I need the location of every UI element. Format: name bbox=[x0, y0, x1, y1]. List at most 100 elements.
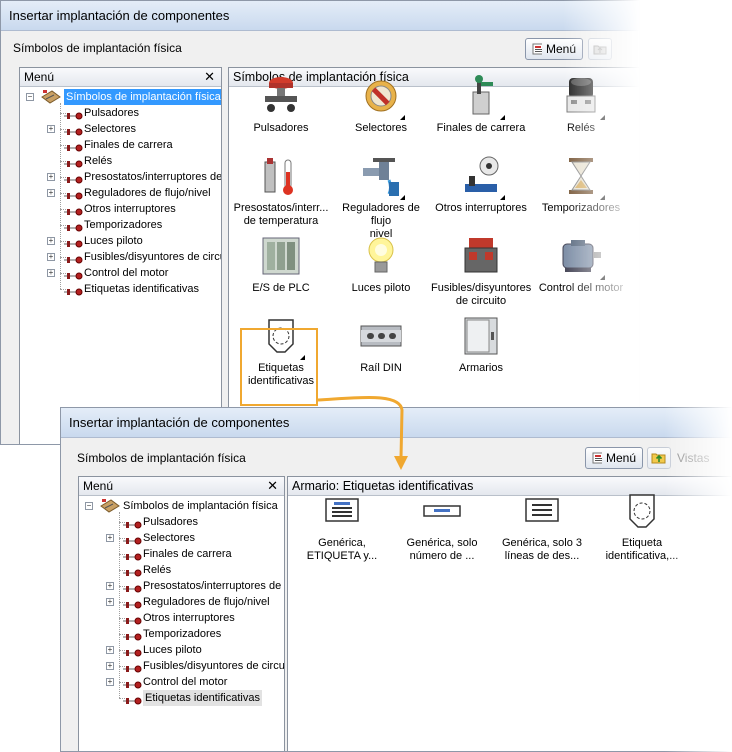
component-node-icon bbox=[123, 598, 143, 609]
gallery-item-temporizadores[interactable]: Temporizadores bbox=[531, 154, 631, 215]
tree-item[interactable]: + Luces piloto bbox=[20, 233, 221, 249]
tree-item[interactable]: + Control del motor bbox=[79, 674, 284, 690]
close-menu-panel-button[interactable]: ✕ bbox=[204, 68, 215, 86]
component-node-icon bbox=[123, 646, 143, 657]
expand-icon[interactable]: + bbox=[106, 534, 114, 542]
tree-item-label: Reguladores de flujo/nivel bbox=[84, 187, 211, 199]
pushbutton-icon bbox=[259, 74, 303, 118]
din-rail-icon bbox=[359, 314, 403, 358]
views-button[interactable]: Vistas bbox=[677, 447, 709, 469]
tree-item[interactable]: Otros interruptores bbox=[79, 610, 284, 626]
gallery-item-otros-interruptores[interactable]: Otros interruptores bbox=[431, 154, 531, 215]
tree-item[interactable]: Pulsadores bbox=[79, 514, 284, 530]
gallery-item-presostatos[interactable]: Presostatos/interr... de temperatura bbox=[231, 154, 331, 228]
tree-item[interactable]: Pulsadores bbox=[20, 105, 221, 121]
tree-item[interactable]: + Control del motor bbox=[20, 265, 221, 281]
tree-item[interactable]: + Reguladores de flujo/nivel bbox=[79, 594, 284, 610]
tree-item[interactable]: Finales de carrera bbox=[20, 137, 221, 153]
tree-item-label: Pulsadores bbox=[84, 107, 140, 119]
tree-item[interactable]: + Fusibles/disyuntores de circuit bbox=[20, 249, 221, 265]
label-3lines-icon bbox=[520, 489, 564, 533]
tree-root-label: Símbolos de implantación física bbox=[64, 89, 221, 105]
tree-item[interactable]: Temporizadores bbox=[20, 217, 221, 233]
tree-root-label: Símbolos de implantación física bbox=[123, 500, 278, 512]
tree-item[interactable]: Relés bbox=[20, 153, 221, 169]
gallery-item-label-generic-3lines[interactable]: Genérica, solo 3 líneas de des... bbox=[492, 489, 592, 563]
gallery-item-finales-de-carrera[interactable]: Finales de carrera bbox=[431, 74, 531, 135]
gallery-item-control-motor[interactable]: Control del motor bbox=[531, 234, 631, 295]
component-node-icon bbox=[64, 173, 84, 184]
expand-icon[interactable]: + bbox=[106, 582, 114, 590]
gallery-item-label: Pulsadores bbox=[253, 122, 309, 134]
up-folder-button[interactable] bbox=[588, 38, 612, 60]
expand-icon[interactable]: + bbox=[47, 253, 55, 261]
folder-up-icon bbox=[651, 453, 666, 464]
up-folder-button[interactable] bbox=[647, 447, 671, 469]
tree-item[interactable]: + Presostatos/interruptores de te bbox=[20, 169, 221, 185]
gallery-item-pulsadores[interactable]: Pulsadores bbox=[231, 74, 331, 135]
close-menu-panel-button[interactable]: ✕ bbox=[267, 477, 278, 495]
gallery-item-label-generic-etiqueta[interactable]: Genérica, ETIQUETA y... bbox=[292, 489, 392, 563]
collapse-icon[interactable]: − bbox=[85, 502, 93, 510]
menu-icon bbox=[532, 43, 542, 55]
gallery-item-label-generic-number[interactable]: Genérica, solo número de ... bbox=[392, 489, 492, 563]
expand-icon[interactable]: + bbox=[106, 678, 114, 686]
gallery-item-rail-din[interactable]: Raíl DIN bbox=[331, 314, 431, 375]
gallery-item-es-plc[interactable]: E/S de PLC bbox=[231, 234, 331, 295]
submenu-indicator-icon bbox=[600, 115, 605, 120]
gallery-item-label: Temporizadores bbox=[541, 202, 621, 214]
menu-button-label: Menú bbox=[605, 451, 636, 465]
expand-icon[interactable]: + bbox=[106, 598, 114, 606]
tree-item[interactable]: Otros interruptores bbox=[20, 201, 221, 217]
tree-item[interactable]: Temporizadores bbox=[79, 626, 284, 642]
expand-icon[interactable]: + bbox=[106, 662, 114, 670]
tree-item-label: Presostatos/interruptores de te bbox=[84, 171, 222, 183]
expand-icon[interactable]: + bbox=[47, 237, 55, 245]
tree-item[interactable]: + Presostatos/interruptores de te bbox=[79, 578, 284, 594]
label-number-icon bbox=[420, 489, 464, 533]
gallery-item-luces-piloto[interactable]: Luces piloto bbox=[331, 234, 431, 295]
tree-item-label: Pulsadores bbox=[143, 516, 199, 528]
menu-button-label: Menú bbox=[545, 42, 576, 56]
tree-item[interactable]: Etiquetas identificativas bbox=[20, 281, 221, 297]
tree-item-label: Selectores bbox=[143, 532, 195, 544]
tree-item[interactable]: + Reguladores de flujo/nivel bbox=[20, 185, 221, 201]
tree-item[interactable]: + Selectores bbox=[79, 530, 284, 546]
gallery-item-selectores[interactable]: Selectores bbox=[331, 74, 431, 135]
tree-item-label: Relés bbox=[84, 155, 113, 167]
tag-icon bbox=[620, 489, 664, 533]
gallery-item-label: Fusibles/disyuntores bbox=[431, 282, 532, 294]
menu-tree-panel: Menú ✕ − Símbolos de implantación física P… bbox=[78, 476, 285, 751]
menu-panel-title: Menú bbox=[83, 479, 114, 493]
gallery-item-label-identificativa[interactable]: Etiqueta identificativa,... bbox=[592, 489, 692, 563]
limit-switch-icon bbox=[459, 74, 505, 120]
plc-io-icon bbox=[259, 234, 303, 278]
gallery-item-label: líneas de des... bbox=[504, 550, 580, 562]
menu-button[interactable]: Menú bbox=[585, 447, 643, 469]
gallery-item-label: identificativa,... bbox=[605, 550, 679, 562]
tree-item-label: Finales de carrera bbox=[84, 139, 173, 151]
expand-icon[interactable]: + bbox=[47, 269, 55, 277]
tree-item[interactable]: + Fusibles/disyuntores de circuit bbox=[79, 658, 284, 674]
expand-icon[interactable]: + bbox=[106, 646, 114, 654]
expand-icon[interactable]: + bbox=[47, 173, 55, 181]
tree-item-label: Relés bbox=[143, 564, 172, 576]
gallery-item-armarios[interactable]: Armarios bbox=[431, 314, 531, 375]
tree-item[interactable]: + Luces piloto bbox=[79, 642, 284, 658]
expand-icon[interactable]: + bbox=[47, 189, 55, 197]
component-node-icon bbox=[64, 285, 84, 296]
component-node-icon bbox=[123, 582, 143, 593]
expand-icon[interactable]: + bbox=[47, 125, 55, 133]
gallery-item-label: Raíl DIN bbox=[360, 362, 402, 374]
gallery-item-label: E/S de PLC bbox=[252, 282, 310, 294]
tree-item[interactable]: Relés bbox=[79, 562, 284, 578]
tree-item[interactable]: Etiquetas identificativas bbox=[79, 690, 284, 706]
tree-item[interactable]: + Selectores bbox=[20, 121, 221, 137]
gallery-item-reguladores-flujo[interactable]: Reguladores de flujo nivel bbox=[331, 154, 431, 241]
gallery-item-fusibles[interactable]: Fusibles/disyuntores de circuito bbox=[431, 234, 531, 308]
collapse-icon[interactable]: − bbox=[26, 93, 34, 101]
tree-item[interactable]: Finales de carrera bbox=[79, 546, 284, 562]
gallery-item-reles[interactable]: Relés bbox=[531, 74, 631, 135]
component-node-icon bbox=[64, 125, 84, 136]
menu-button[interactable]: Menú bbox=[525, 38, 583, 60]
